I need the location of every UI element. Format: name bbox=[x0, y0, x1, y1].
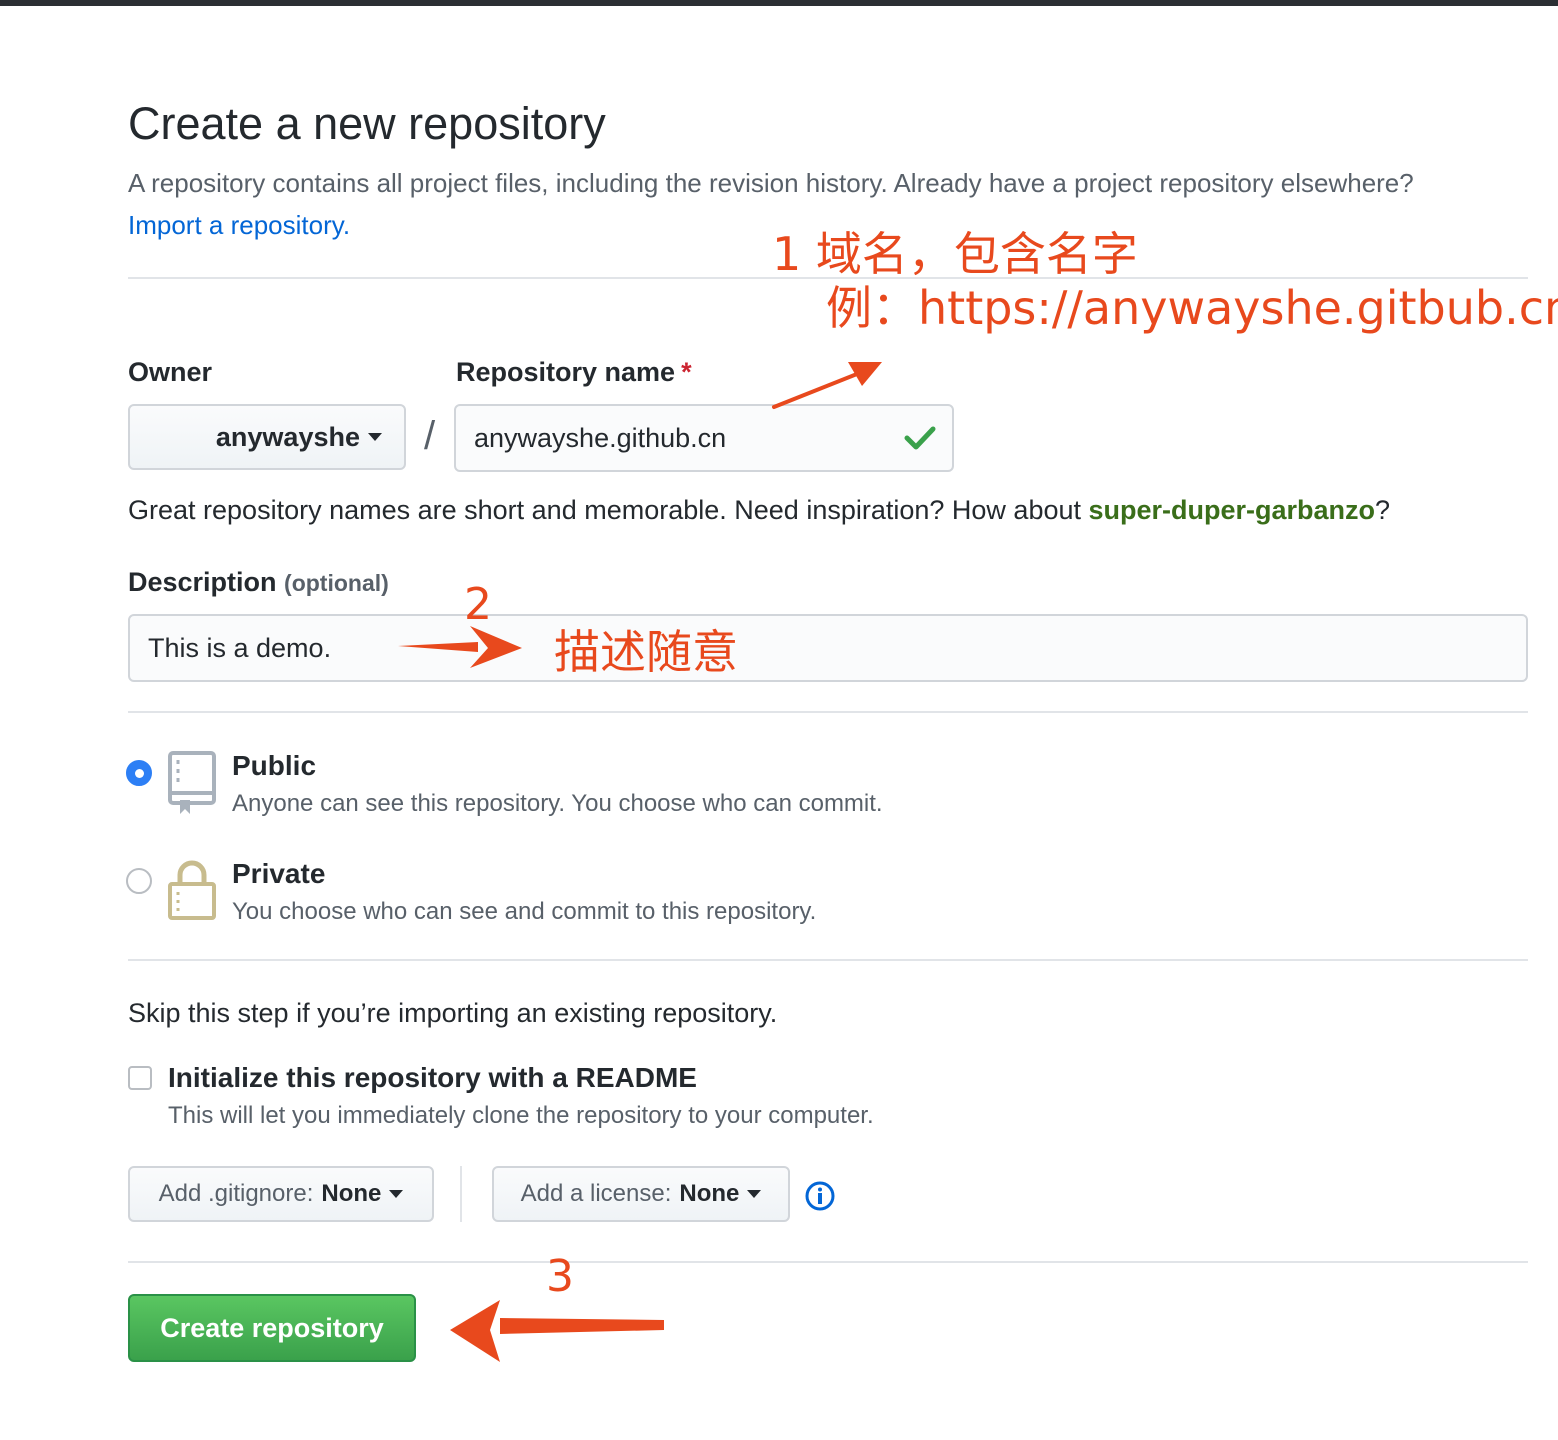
readme-note: This will let you immediately clone the … bbox=[168, 1102, 874, 1129]
import-repository-link[interactable]: Import a repository. bbox=[128, 210, 350, 240]
divider bbox=[128, 711, 1528, 713]
skip-note: Skip this step if you’re importing an ex… bbox=[128, 998, 778, 1028]
divider bbox=[128, 959, 1528, 961]
repo-name-label: Repository name * bbox=[456, 356, 692, 388]
annotation-2-text: 描述随意 bbox=[554, 625, 738, 679]
create-repository-button[interactable]: Create repository bbox=[128, 1294, 416, 1362]
button-separator bbox=[460, 1166, 462, 1222]
license-value: None bbox=[679, 1180, 740, 1207]
optional-note: (optional) bbox=[284, 570, 389, 596]
required-mark: * bbox=[681, 357, 692, 387]
name-hint: Great repository names are short and mem… bbox=[128, 492, 1390, 528]
description-value: This is a demo. bbox=[148, 632, 332, 663]
owner-repo-separator: / bbox=[424, 414, 436, 458]
gitignore-label: Add .gitignore: bbox=[158, 1180, 314, 1207]
repo-name-value: anywayshe.github.cn bbox=[474, 422, 727, 453]
private-note: You choose who can see and commit to thi… bbox=[232, 898, 817, 925]
public-radio[interactable] bbox=[126, 760, 152, 786]
top-bar bbox=[0, 0, 1558, 6]
gitignore-value: None bbox=[321, 1180, 382, 1207]
repo-book-icon bbox=[168, 751, 216, 814]
public-note: Anyone can see this repository. You choo… bbox=[232, 790, 883, 817]
annotation-3-number: 3 bbox=[546, 1251, 574, 1302]
chevron-down-icon bbox=[747, 1190, 762, 1198]
private-title: Private bbox=[232, 858, 326, 889]
hint-text: Great repository names are short and mem… bbox=[128, 495, 1081, 525]
owner-value: anywayshe bbox=[215, 421, 360, 452]
description-label-text: Description bbox=[128, 567, 277, 597]
page-title: Create a new repository bbox=[128, 98, 606, 149]
owner-label: Owner bbox=[128, 357, 213, 387]
repo-name-label-text: Repository name bbox=[456, 357, 676, 387]
description-input[interactable]: This is a demo. bbox=[128, 614, 1528, 682]
owner-dropdown[interactable]: anywayshe bbox=[128, 404, 406, 470]
description-label: Description (optional) bbox=[128, 566, 389, 599]
readme-checkbox[interactable] bbox=[128, 1066, 152, 1090]
license-dropdown[interactable]: Add a license: None bbox=[492, 1166, 790, 1222]
gitignore-dropdown[interactable]: Add .gitignore: None bbox=[128, 1166, 434, 1222]
divider bbox=[128, 1261, 1528, 1263]
annotation-1-example: 例：https://anywayshe.gitbub.cn bbox=[826, 281, 1558, 335]
readme-label: Initialize this repository with a README bbox=[168, 1062, 697, 1093]
check-icon bbox=[904, 426, 936, 450]
private-radio[interactable] bbox=[126, 868, 152, 894]
hint-end: ? bbox=[1375, 495, 1391, 525]
annotation-1-title: 1 域名，包含名字 bbox=[772, 227, 1138, 281]
public-title: Public bbox=[232, 750, 317, 781]
license-label: Add a license: bbox=[520, 1180, 672, 1207]
info-icon[interactable] bbox=[804, 1180, 836, 1212]
lock-icon bbox=[168, 860, 216, 920]
subtitle-text: A repository contains all project files,… bbox=[128, 168, 1414, 198]
annotation-2-number: 2 bbox=[464, 579, 492, 630]
chevron-down-icon bbox=[368, 433, 382, 441]
chevron-down-icon bbox=[389, 1190, 404, 1198]
repo-name-input[interactable]: anywayshe.github.cn bbox=[454, 404, 954, 472]
name-suggestion-link[interactable]: super-duper-garbanzo bbox=[1089, 495, 1376, 525]
